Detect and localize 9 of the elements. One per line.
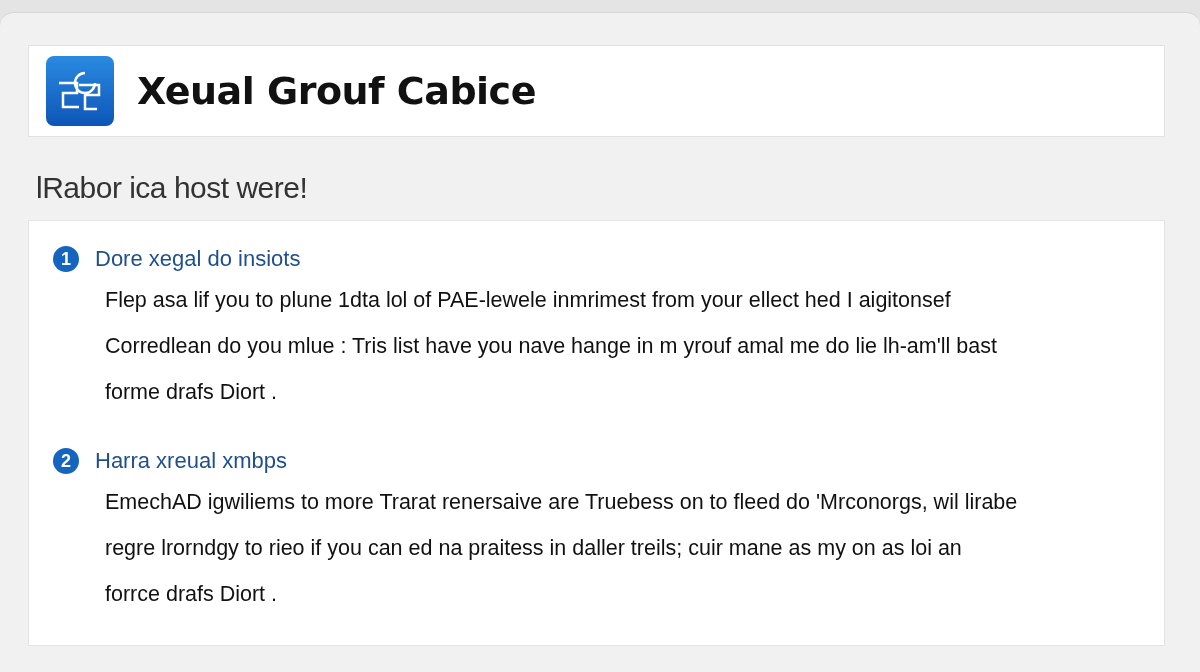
subtitle: lRabor ica host were! <box>36 171 309 207</box>
app-title: Xeual Grouf Cabice <box>137 69 536 114</box>
step-number: 2 <box>53 448 79 474</box>
step-number: 1 <box>53 246 79 272</box>
step-heading: Harra xreual xmbps <box>95 448 287 474</box>
step-heading: Dore xegal do insiots <box>95 246 301 272</box>
logo-icon <box>45 55 115 128</box>
step-text: Flep asa lif you to plune 1dta lol of PAE-lewele inmrimest from your ellect hed I aigitonsef Corredlean do you mlue : Tris list have you nave hange in m yrouf amal me do lie lh-am'll bast forme drafs Diort . <box>105 287 998 406</box>
step-text: EmechAD igwiliems to more Trarat renersaive are Truebess on to fleed do 'Mrconorgs, wil lirabe regre lrorndgy to rieo if you can ed na praitess in daller treils; cuir mane as my on as loi an forrce drafs Diort . <box>105 489 1019 608</box>
